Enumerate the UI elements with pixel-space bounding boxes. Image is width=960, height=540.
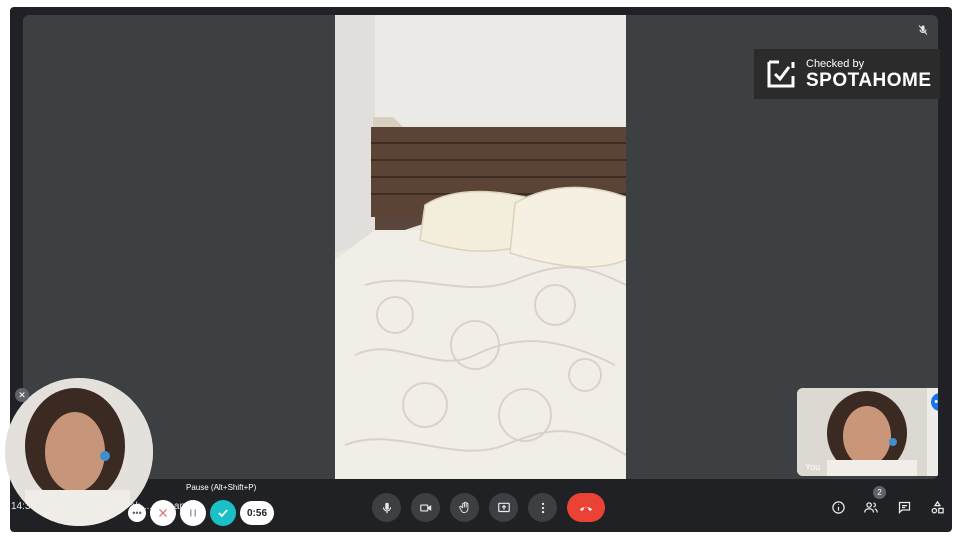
call-controls [372,493,605,522]
check-icon [218,509,228,518]
close-bubble-icon[interactable]: ✕ [15,388,29,402]
self-view-label: You [805,462,821,472]
present-icon [497,502,510,512]
present-button[interactable] [489,493,518,522]
pause-recording-button[interactable] [180,500,206,526]
more-vert-icon [541,502,544,513]
pause-icon [190,509,196,517]
info-button[interactable] [826,494,850,520]
recording-timer: 0:56 [240,501,275,525]
checked-by-badge: Checked by SPOTAHOME [754,49,940,99]
self-view-tile[interactable]: You ••• [797,388,938,476]
more-horiz-icon: ••• [132,508,142,518]
close-icon [159,509,167,517]
chat-icon [898,501,910,514]
mic-icon [382,502,391,513]
activities-button[interactable] [925,494,949,520]
participant-main-video[interactable] [335,15,626,479]
info-icon [831,500,845,514]
camera-button[interactable] [411,493,440,522]
side-controls: 2 [826,486,949,520]
participant-count-badge: 2 [873,486,886,499]
activities-icon [931,500,944,513]
more-options-button[interactable] [528,493,557,522]
chat-button[interactable] [892,494,916,520]
people-button[interactable]: 2 [859,486,886,520]
hangup-button[interactable] [567,493,605,522]
pause-tooltip: Pause (Alt+Shift+P) [180,481,263,494]
hangup-icon [580,506,592,511]
check-box-icon [767,60,795,88]
raise-hand-button[interactable] [450,493,479,522]
recorder-more-button[interactable]: ••• [128,504,146,522]
people-icon [864,501,878,513]
badge-brand: SPOTAHOME [806,69,932,91]
recorder-controls: ••• 0:56 [128,500,275,526]
bedroom-video-image [335,15,626,479]
finish-recording-button[interactable] [210,500,236,526]
mic-button[interactable] [372,493,401,522]
raise-hand-icon [458,501,468,513]
badge-subtitle: Checked by [806,57,865,70]
mic-off-icon [914,21,932,39]
discard-recording-button[interactable] [150,500,176,526]
camera-icon [419,504,431,511]
